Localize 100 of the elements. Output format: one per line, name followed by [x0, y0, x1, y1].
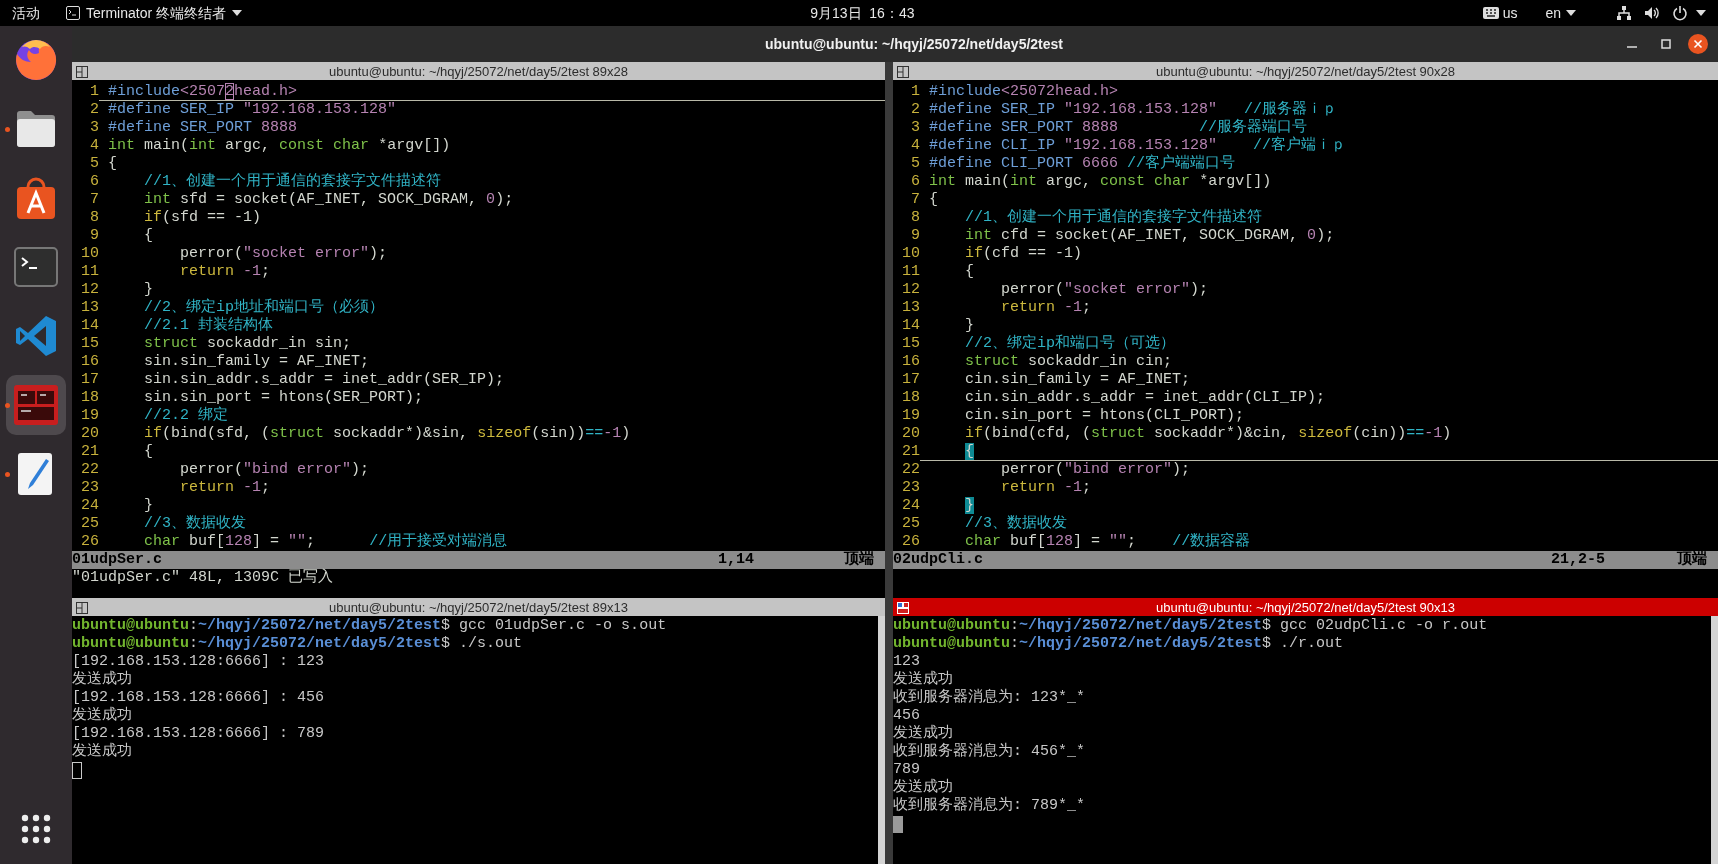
keyboard-layout[interactable]: us [1502, 2, 1518, 24]
line-number: 20 [901, 425, 920, 443]
terminal-line: [192.168.153.128:6666] : 456 [72, 689, 326, 706]
code-line: int main(int argc, const char *argv[]) [928, 173, 1273, 191]
clock[interactable]: 9月13日 16：43 [810, 2, 915, 24]
pane-header[interactable]: ubuntu@ubuntu: ~/hqyj/25072/net/day5/2test 90x28 [893, 62, 1718, 80]
terminal-icon [66, 6, 80, 20]
terminal-line: ubuntu@ubuntu:~/hqyj/25072/net/day5/2test$ ./s.out [72, 635, 524, 653]
code-line: int sfd = socket(AF_INET, SOCK_DGRAM, 0); [143, 191, 515, 209]
caret-icon[interactable] [1696, 10, 1706, 16]
line-number: 17 [80, 371, 99, 389]
code-line: { [964, 263, 976, 281]
line-number: 15 [80, 335, 99, 353]
app-menu[interactable]: Terminator 终端终结者 [66, 2, 243, 24]
line-number: 7 [910, 191, 920, 209]
code-editor-icon [14, 314, 58, 358]
line-number: 5 [910, 155, 920, 173]
line-number: 2 [910, 101, 920, 119]
line-number: 22 [901, 461, 920, 479]
code-line: char buf[128] = ""; //数据容器 [964, 533, 1252, 551]
input-method-menu[interactable]: en [1545, 2, 1576, 24]
code-line: #include<25072head.h> [99, 83, 885, 101]
line-number: 21 [80, 443, 99, 461]
scroll-position: 顶端 [1677, 551, 1707, 569]
code-line: struct sockaddr_in cin; [964, 353, 1174, 371]
volume-icon[interactable] [1644, 5, 1660, 21]
line-number: 18 [80, 389, 99, 407]
line-number: 13 [901, 299, 920, 317]
power-icon[interactable] [1672, 5, 1688, 21]
code-line: cin.sin_addr.s_addr = inet_addr(CLI_IP); [964, 389, 1327, 407]
network-icon[interactable] [1616, 5, 1632, 21]
activities-button[interactable]: 活动 [12, 2, 40, 24]
terminal-line: 收到服务器消息为: 123*_* [893, 689, 1086, 707]
line-number: 12 [901, 281, 920, 299]
line-number: 1 [89, 83, 99, 101]
code-line: } [964, 317, 976, 335]
pane-header[interactable]: ubuntu@ubuntu: ~/hqyj/25072/net/day5/2test 89x13 [72, 598, 885, 616]
code-line: perror("socket error"); [179, 245, 389, 263]
message-line: "01udpSer.c" 48L, 1309C 已写入 [72, 569, 335, 588]
code-line: //3、数据收发 [143, 515, 248, 533]
terminal-line: [192.168.153.128:6666] : 789 [72, 725, 326, 742]
line-number: 2 [89, 101, 99, 119]
line-number: 14 [901, 317, 920, 335]
line-number: 6 [910, 173, 920, 191]
code-line: perror("bind error"); [1000, 461, 1192, 479]
code-line: } [143, 497, 155, 515]
close-icon[interactable] [1688, 34, 1708, 54]
line-number: 4 [910, 137, 920, 155]
line-number: 3 [910, 119, 920, 137]
code-line: int cfd = socket(AF_INET, SOCK_DGRAM, 0); [964, 227, 1336, 245]
line-number: 23 [901, 479, 920, 497]
terminal-icon [14, 247, 58, 287]
line-number: 18 [901, 389, 920, 407]
split-pane-icon [897, 601, 909, 614]
pane-title: ubuntu@ubuntu: ~/hqyj/25072/net/day5/2test 90x13 [1154, 599, 1457, 617]
line-number: 9 [910, 227, 920, 245]
code-line: #define CLI_IP "192.168.153.128" //客户端ｉｐ [928, 137, 1348, 154]
code-line: perror("bind error"); [179, 461, 371, 479]
line-number: 21 [901, 443, 920, 461]
shopping-bag-icon [14, 175, 58, 221]
code-line: { [143, 443, 155, 461]
code-line: } [143, 281, 155, 299]
code-line: #include<25072head.h> [928, 83, 1120, 101]
pane-header[interactable]: ubuntu@ubuntu: ~/hqyj/25072/net/day5/2test 90x13 [893, 598, 1718, 616]
line-number: 5 [89, 155, 99, 173]
keyboard-icon [1482, 7, 1499, 19]
terminal-line: 456 [893, 707, 921, 725]
line-number: 3 [89, 119, 99, 137]
line-number: 22 [80, 461, 99, 479]
terminal-line: 收到服务器消息为: 789*_* [893, 797, 1086, 815]
terminal-line: 发送成功 [72, 671, 133, 689]
terminal-line: [192.168.153.128:6666] : 123 [72, 653, 326, 670]
line-number: 17 [901, 371, 920, 389]
code-line: #define SER_IP "192.168.153.128" [107, 101, 398, 119]
line-number: 4 [89, 137, 99, 155]
scrollbar[interactable] [1711, 616, 1718, 864]
line-number: 24 [80, 497, 99, 515]
code-line: cin.sin_port = htons(CLI_PORT); [964, 407, 1246, 425]
terminal-line: 发送成功 [72, 707, 133, 725]
code-line: sin.sin_family = AF_INET; [143, 353, 371, 371]
code-line: return -1; [1000, 479, 1093, 497]
line-number: 12 [80, 281, 99, 299]
code-line: if(bind(cfd, (struct sockaddr*)&cin, sizeof(cin))==-1) [964, 425, 1453, 443]
code-line: sin.sin_addr.s_addr = inet_addr(SER_IP); [143, 371, 506, 389]
line-number: 6 [89, 173, 99, 191]
file-name: 01udpSer.c [72, 551, 163, 569]
line-number: 7 [89, 191, 99, 209]
line-number: 26 [901, 533, 920, 551]
code-line: int main(int argc, const char *argv[]) [107, 137, 452, 155]
file-name: 02udpCli.c [893, 551, 984, 569]
code-line: //2.1 封装结构体 [143, 317, 275, 335]
line-number: 10 [80, 245, 99, 263]
scrollbar[interactable] [878, 616, 885, 864]
code-line: //1、创建一个用于通信的套接字文件描述符 [964, 209, 1264, 227]
code-line: if(bind(sfd, (struct sockaddr*)&sin, sizeof(sin))==-1) [143, 425, 632, 443]
terminal-line: ubuntu@ubuntu:~/hqyj/25072/net/day5/2test$ ./r.out [893, 635, 1345, 653]
maximize-icon[interactable] [1660, 38, 1672, 50]
line-number: 24 [901, 497, 920, 515]
pane-header[interactable]: ubuntu@ubuntu: ~/hqyj/25072/net/day5/2test 89x28 [72, 62, 885, 80]
code-line: { [920, 443, 1718, 461]
